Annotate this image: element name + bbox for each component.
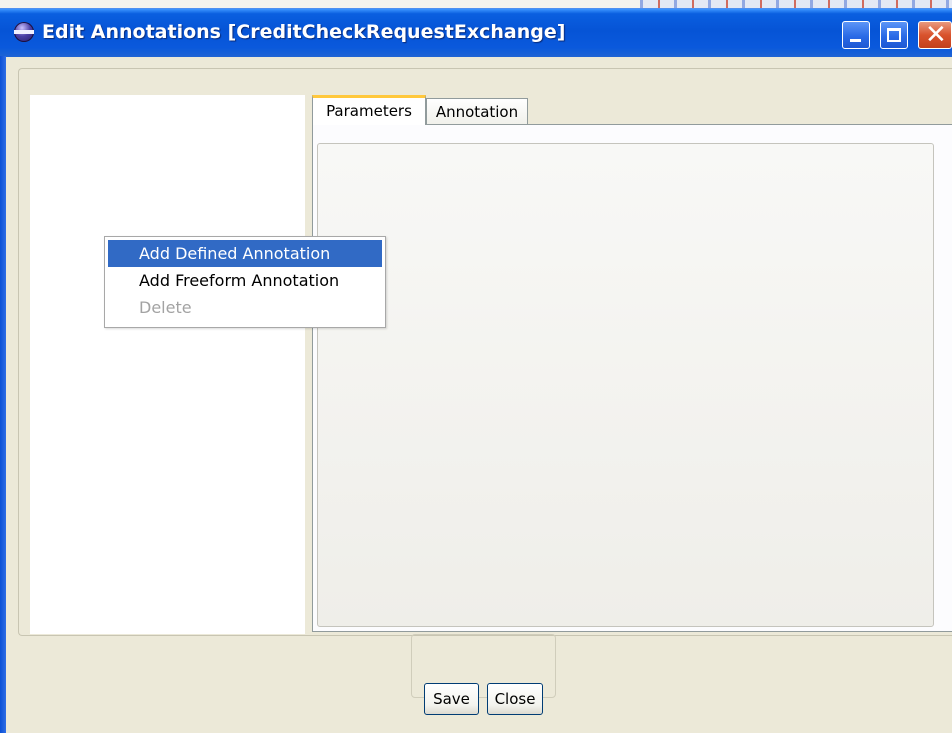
tab-annotation[interactable]: Annotation	[426, 98, 528, 125]
tab-parameters[interactable]: Parameters	[312, 95, 426, 125]
menu-item-delete: Delete	[139, 298, 192, 317]
menu-item-add-defined-annotation[interactable]: Add Defined Annotation	[108, 240, 382, 267]
save-button[interactable]: Save	[424, 683, 479, 715]
menu-item-add-freeform-annotation[interactable]: Add Freeform Annotation	[108, 267, 382, 294]
close-icon: ✕	[925, 20, 947, 50]
window-frame-left	[0, 56, 6, 733]
eclipse-app-icon	[14, 22, 34, 42]
close-window-button[interactable]: ✕	[918, 21, 952, 49]
close-button[interactable]: Close	[487, 683, 543, 715]
parameters-panel	[317, 143, 934, 627]
maximize-button[interactable]	[880, 21, 908, 49]
minimize-button[interactable]	[842, 21, 870, 49]
annotation-tree-pane[interactable]	[30, 95, 305, 634]
title-bar[interactable]: Edit Annotations [CreditCheckRequestExch…	[0, 8, 952, 57]
context-menu: Add Defined Annotation Add Freeform Anno…	[104, 236, 386, 328]
window-title: Edit Annotations [CreditCheckRequestExch…	[42, 21, 566, 43]
